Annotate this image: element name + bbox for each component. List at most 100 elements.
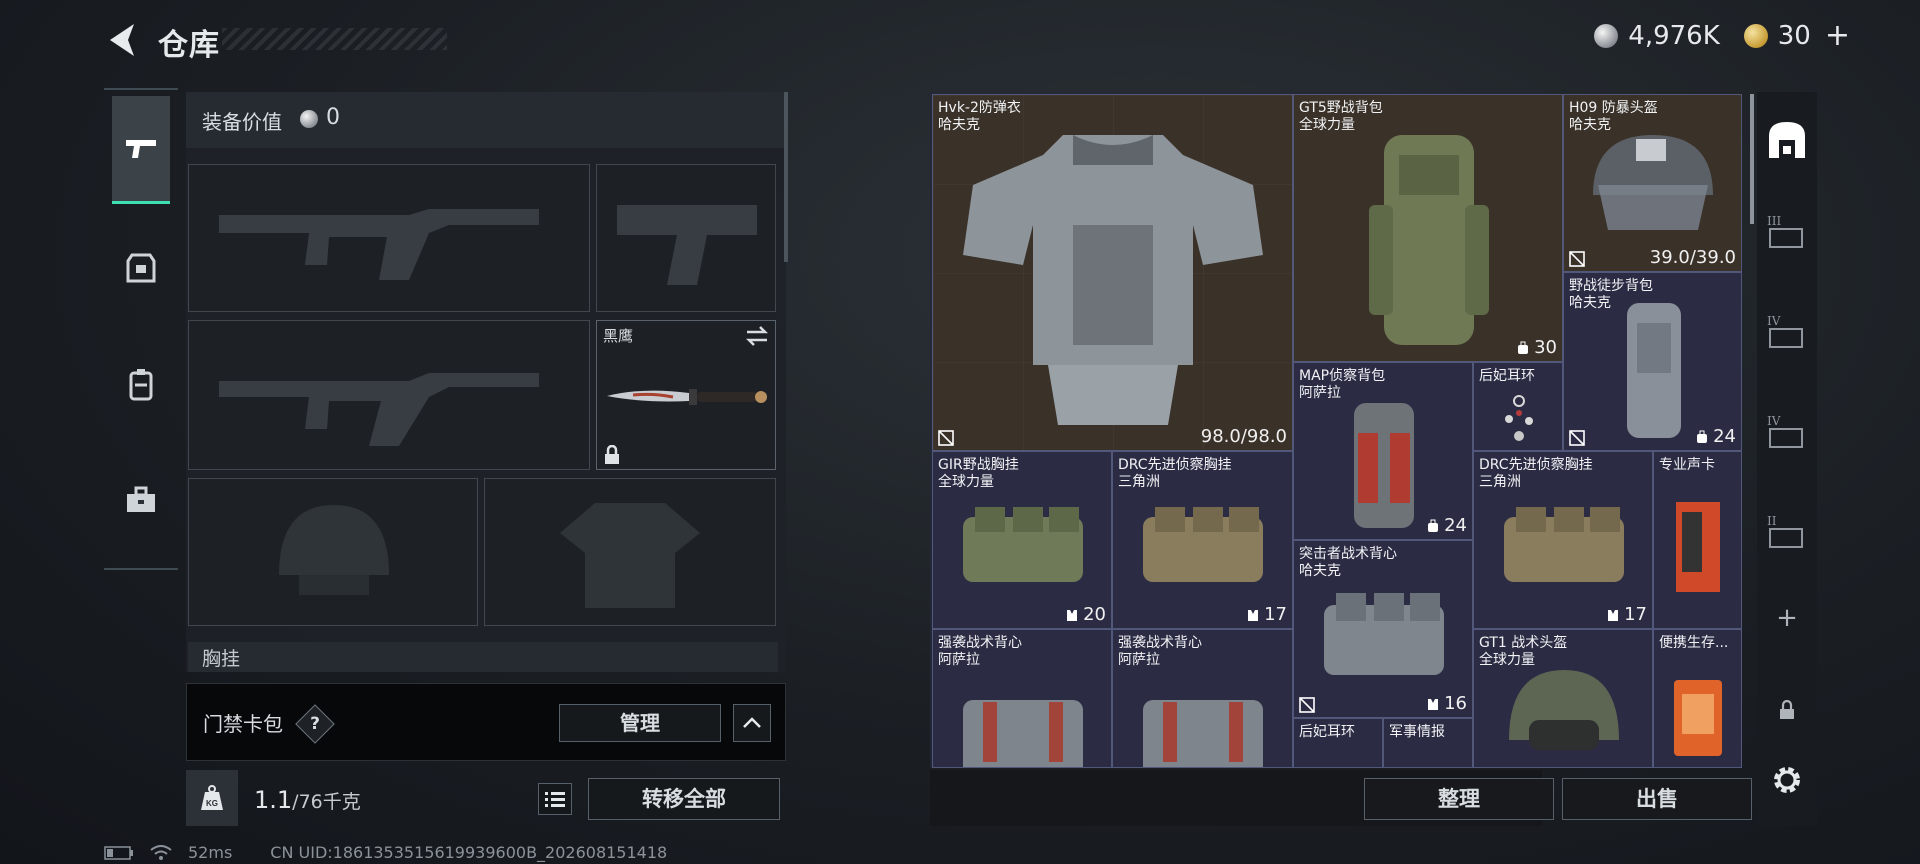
pistol-icon bbox=[126, 139, 156, 158]
inventory-item-sound-card[interactable]: 专业声卡 bbox=[1653, 451, 1742, 629]
inventory-item-assault-vest[interactable]: 强袭战术背心 阿萨拉 bbox=[932, 629, 1112, 768]
weight-icon: KG bbox=[201, 785, 223, 810]
nav-case-tab[interactable] bbox=[112, 446, 170, 554]
nav-weapons-tab[interactable] bbox=[112, 96, 170, 204]
item-name: 军事情报 bbox=[1389, 724, 1445, 740]
storage-tab-tier-4[interactable]: IV bbox=[1765, 306, 1809, 362]
backpack-icon bbox=[129, 369, 153, 401]
storage-tabs: III IV IV II + bbox=[1757, 92, 1817, 826]
equipment-scrollbar[interactable] bbox=[784, 92, 788, 262]
storage-tab-tier-3[interactable]: III bbox=[1765, 206, 1809, 262]
inventory-item-body-armor[interactable]: Hvk-2防弹衣 哈夫克 98.0/98.0 bbox=[932, 94, 1293, 451]
chest-rig-image bbox=[963, 507, 1083, 582]
inventory-item-drc-chest-rig[interactable]: DRC先进侦察胸挂 三角洲 17 bbox=[1112, 451, 1293, 629]
no-insure-icon bbox=[1569, 251, 1585, 267]
sound-card-image bbox=[1676, 502, 1720, 592]
sort-button[interactable]: 整理 bbox=[1364, 778, 1554, 820]
item-name: 强袭战术背心 阿萨拉 bbox=[938, 635, 1022, 668]
chest-rig-slot[interactable]: 胸挂 bbox=[188, 642, 778, 672]
back-arrow-icon bbox=[110, 24, 134, 56]
secondary-weapon-slot[interactable] bbox=[596, 164, 776, 312]
warehouse-icon bbox=[1769, 122, 1805, 158]
carry-weight-max: /76千克 bbox=[292, 791, 361, 813]
inventory-item-raider-vest[interactable]: 突击者战术背心 哈夫克 16 bbox=[1293, 540, 1473, 718]
transfer-all-button[interactable]: 转移全部 bbox=[588, 778, 780, 820]
equipment-value: 0 bbox=[326, 105, 340, 130]
durability-value: 39.0/39.0 bbox=[1649, 247, 1736, 268]
help-button[interactable]: ? bbox=[295, 704, 335, 744]
no-insure-icon bbox=[1569, 430, 1585, 446]
melee-weapon-slot[interactable]: 黑鹰 bbox=[596, 320, 776, 470]
backpack-image bbox=[1627, 303, 1681, 438]
second-primary-weapon-slot[interactable] bbox=[188, 320, 590, 470]
equipment-panel: 装备价值 0 黑鹰 胸挂 bbox=[186, 92, 788, 672]
nav-backpack-tab[interactable] bbox=[112, 330, 170, 438]
keycard-label: 门禁卡包 bbox=[203, 712, 283, 736]
chest-rig-capacity-icon bbox=[1248, 609, 1259, 621]
gold-coin-icon bbox=[1743, 23, 1768, 48]
list-view-button[interactable] bbox=[538, 783, 572, 815]
storage-tab-tier-4[interactable]: IV bbox=[1765, 406, 1809, 462]
inventory-item-gt5-backpack[interactable]: GT5野战背包 全球力量 30 bbox=[1293, 94, 1563, 362]
settings-button[interactable] bbox=[1765, 752, 1809, 808]
item-name: 专业声卡 bbox=[1659, 457, 1715, 473]
riot-helmet-image bbox=[1593, 135, 1713, 230]
weight-icon-box: KG bbox=[186, 770, 238, 826]
lock-storage-button[interactable] bbox=[1765, 682, 1809, 738]
briefcase-icon bbox=[127, 486, 155, 512]
manage-button[interactable]: 管理 bbox=[559, 704, 721, 742]
nav-divider bbox=[104, 88, 178, 90]
swap-icon[interactable] bbox=[745, 325, 769, 347]
inventory-action-bar: 整理 出售 bbox=[930, 770, 1752, 826]
inventory-item-earring[interactable]: 后妃耳环 bbox=[1473, 362, 1563, 451]
add-currency-button[interactable]: + bbox=[1825, 18, 1850, 53]
carry-weight-current: 1.1 bbox=[254, 786, 293, 814]
nav-helmet-tab[interactable] bbox=[112, 214, 170, 322]
body-armor-image bbox=[963, 135, 1263, 425]
inventory-item-survival-kit[interactable]: 便携生存... bbox=[1653, 629, 1742, 768]
capacity-badge: 17 bbox=[1606, 604, 1647, 625]
inventory-item-gt1-helmet[interactable]: GT1 战术头盔 全球力量 bbox=[1473, 629, 1653, 768]
backpack-image bbox=[1369, 135, 1489, 345]
inventory-item-drc-chest-rig[interactable]: DRC先进侦察胸挂 三角洲 17 bbox=[1473, 451, 1653, 629]
inventory-item-assault-vest[interactable]: 强袭战术背心 阿萨拉 bbox=[1112, 629, 1293, 768]
storage-tier-icon: III bbox=[1765, 214, 1809, 254]
capacity-badge: 16 bbox=[1426, 693, 1467, 714]
weight-icon-label: KG bbox=[206, 799, 218, 808]
storage-tab-tier-2[interactable]: II bbox=[1765, 506, 1809, 562]
inventory-item-earring[interactable]: 后妃耳环 bbox=[1293, 718, 1383, 768]
storage-tier-icon: IV bbox=[1765, 414, 1809, 454]
helmet-slot[interactable] bbox=[188, 478, 478, 626]
backpack-capacity-icon bbox=[1428, 519, 1439, 532]
item-name: 后妃耳环 bbox=[1479, 368, 1535, 384]
item-name: 强袭战术背心 阿萨拉 bbox=[1118, 635, 1202, 668]
wifi-icon bbox=[150, 844, 172, 860]
silver-coin-icon bbox=[1594, 23, 1619, 48]
inventory-item-military-intel[interactable]: 军事情报 bbox=[1383, 718, 1473, 768]
title-stripe-decoration bbox=[222, 28, 447, 50]
armor-silhouette-icon bbox=[560, 503, 700, 608]
item-name: GIR野战胸挂 全球力量 bbox=[938, 457, 1019, 490]
armor-slot[interactable] bbox=[484, 478, 776, 626]
inventory-item-hiking-backpack[interactable]: 野战徒步背包 哈夫克 24 bbox=[1563, 272, 1742, 451]
inventory-scrollbar[interactable] bbox=[1750, 94, 1754, 224]
inventory-item-gir-chest-rig[interactable]: GIR野战胸挂 全球力量 20 bbox=[932, 451, 1112, 629]
equipment-value-bar: 装备价值 0 bbox=[186, 92, 784, 148]
capacity-badge: 24 bbox=[1695, 426, 1736, 447]
item-name: 便携生存... bbox=[1659, 635, 1729, 651]
storage-tab-main[interactable] bbox=[1765, 112, 1809, 168]
item-name: 后妃耳环 bbox=[1299, 724, 1355, 740]
chest-rig-image bbox=[1143, 507, 1263, 582]
help-icon: ? bbox=[310, 714, 320, 734]
gear-icon bbox=[1774, 767, 1800, 793]
item-name: DRC先进侦察胸挂 三角洲 bbox=[1479, 457, 1593, 490]
add-storage-button[interactable]: + bbox=[1765, 590, 1809, 646]
keycard-bar: 门禁卡包 ? 管理 bbox=[186, 683, 786, 761]
primary-weapon-slot[interactable] bbox=[188, 164, 590, 312]
sell-button[interactable]: 出售 bbox=[1562, 778, 1752, 820]
inventory-item-map-backpack[interactable]: MAP侦察背包 阿萨拉 24 bbox=[1293, 362, 1473, 540]
collapse-button[interactable] bbox=[733, 704, 771, 742]
inventory-item-h09-helmet[interactable]: H09 防暴头盔 哈夫克 39.0/39.0 bbox=[1563, 94, 1742, 272]
helmet-silhouette-icon bbox=[279, 505, 389, 595]
back-button[interactable] bbox=[104, 20, 140, 60]
